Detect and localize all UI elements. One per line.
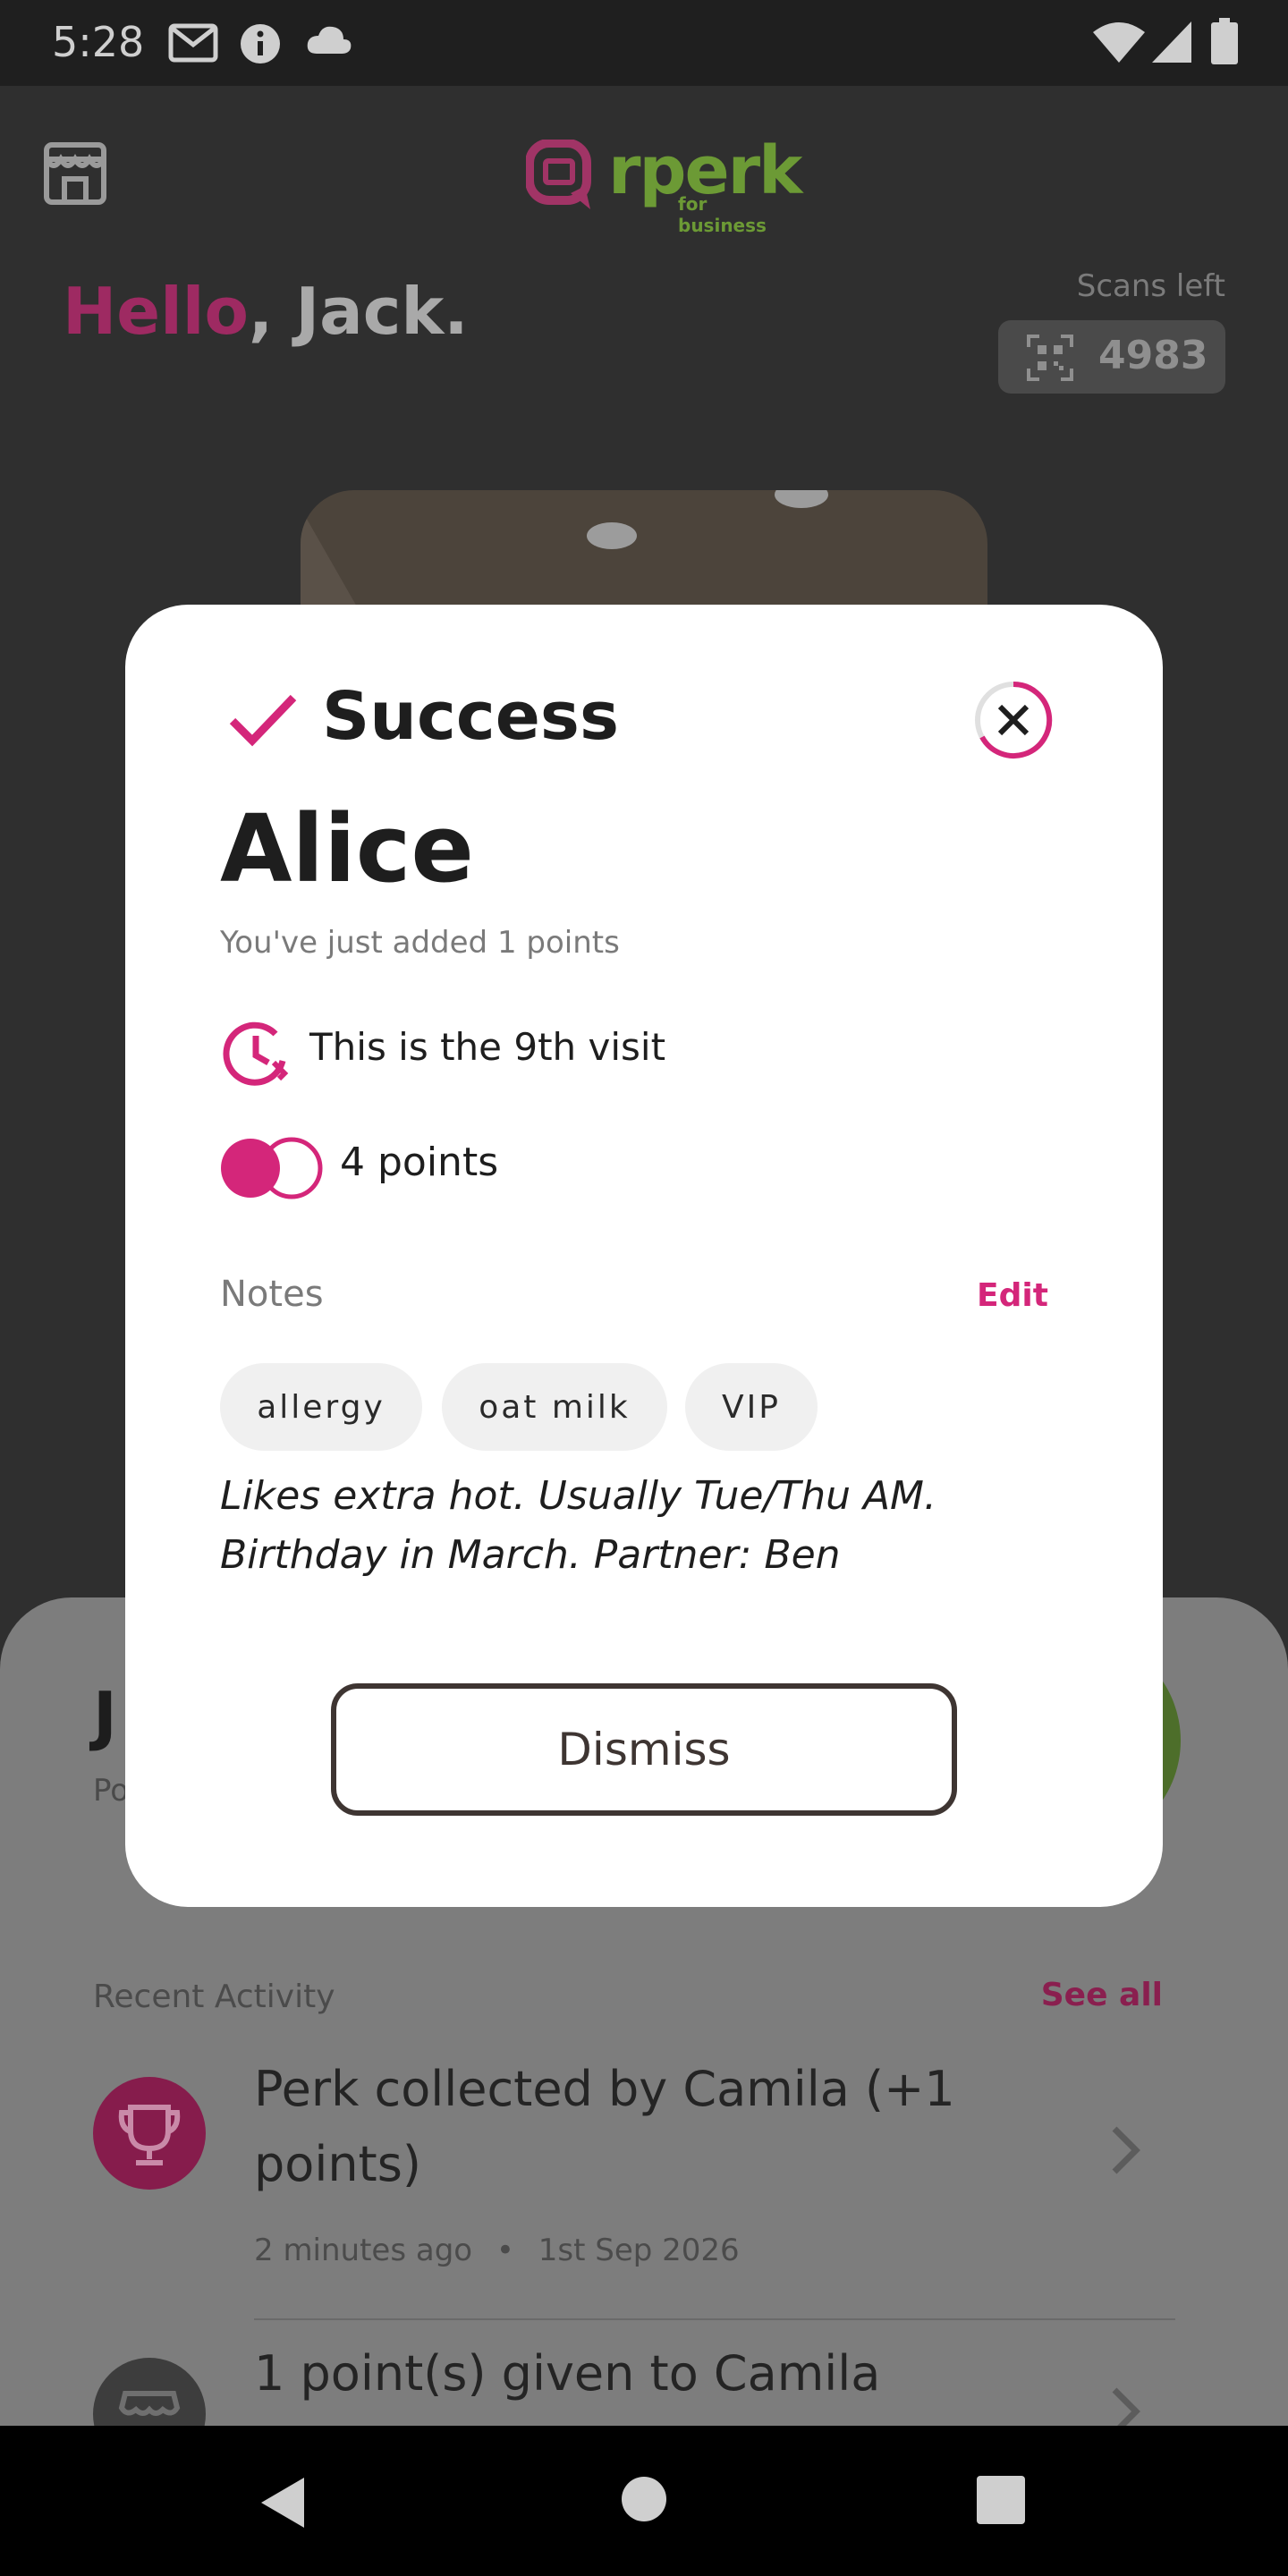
status-bar: 5:28 [0,0,1288,86]
meta-separator: • [496,2233,514,2268]
success-dialog: Success Alice You've just added 1 points… [125,605,1163,1907]
back-icon[interactable] [258,2476,308,2529]
user-name-partial: J [93,1678,117,1753]
dismiss-button[interactable]: Dismiss [331,1683,957,1816]
chevron-right-icon [1112,2387,1140,2429]
points-icon [221,1137,323,1199]
notes-label: Notes [220,1274,324,1315]
points-added-text: You've just added 1 points [220,925,620,961]
app-bar: rperk for business [0,86,1288,256]
tag-chip: VIP [685,1363,818,1451]
recents-icon[interactable] [977,2476,1025,2524]
battery-icon [1211,18,1238,64]
app-logo: rperk for business [526,132,802,236]
customer-name: Alice [220,794,474,903]
gmail-icon [168,23,218,63]
recent-activity-label: Recent Activity [93,1979,335,2015]
home-icon[interactable] [621,2476,667,2522]
activity-meta: 2 minutes ago • 1st Sep 2026 [254,2233,740,2268]
logo-subtitle: for business [678,193,767,236]
dialog-title: Success [322,678,619,755]
greeting-name: , Jack. [248,274,469,349]
see-all-link[interactable]: See all [1041,1977,1163,2013]
info-icon [241,24,280,64]
greeting-hello: Hello [63,274,249,349]
clock-visit-icon [223,1021,289,1086]
activity-title: Perk collected by Camila (+1 points) [254,2061,955,2192]
navigation-bar [0,2426,1288,2576]
qr-scan-icon [1027,335,1073,381]
store-icon[interactable] [41,140,109,208]
trophy-icon [93,2077,206,2190]
scans-left-label: Scans left [1076,268,1225,304]
edit-notes-link[interactable]: Edit [977,1277,1048,1314]
chevron-right-icon [1112,2126,1140,2174]
logo-mark-icon [526,140,591,209]
visit-count-text: This is the 9th visit [309,1025,666,1069]
signal-icon [1152,21,1191,63]
check-icon [229,694,297,747]
scans-left-count: 4983 [1098,333,1208,378]
tag-chip: oat milk [442,1363,667,1451]
divider [254,2318,1175,2320]
greeting: Hello, Jack. [63,274,469,349]
activity-title: 1 point(s) given to Camila [254,2345,881,2402]
points-total-text: 4 points [340,1140,499,1185]
activity-date: 1st Sep 2026 [538,2233,740,2268]
status-time: 5:28 [52,18,145,66]
wifi-icon [1093,22,1145,63]
activity-time: 2 minutes ago [254,2233,473,2268]
cloud-icon [307,26,352,54]
notes-text: Likes extra hot. Usually Tue/Thu AM. Bir… [220,1473,937,1578]
close-icon[interactable] [973,680,1054,760]
tag-chip: allergy [220,1363,422,1451]
store-icon [93,2358,206,2429]
scans-left-badge: 4983 [998,320,1225,394]
user-subtitle-partial: Po [93,1773,130,1809]
